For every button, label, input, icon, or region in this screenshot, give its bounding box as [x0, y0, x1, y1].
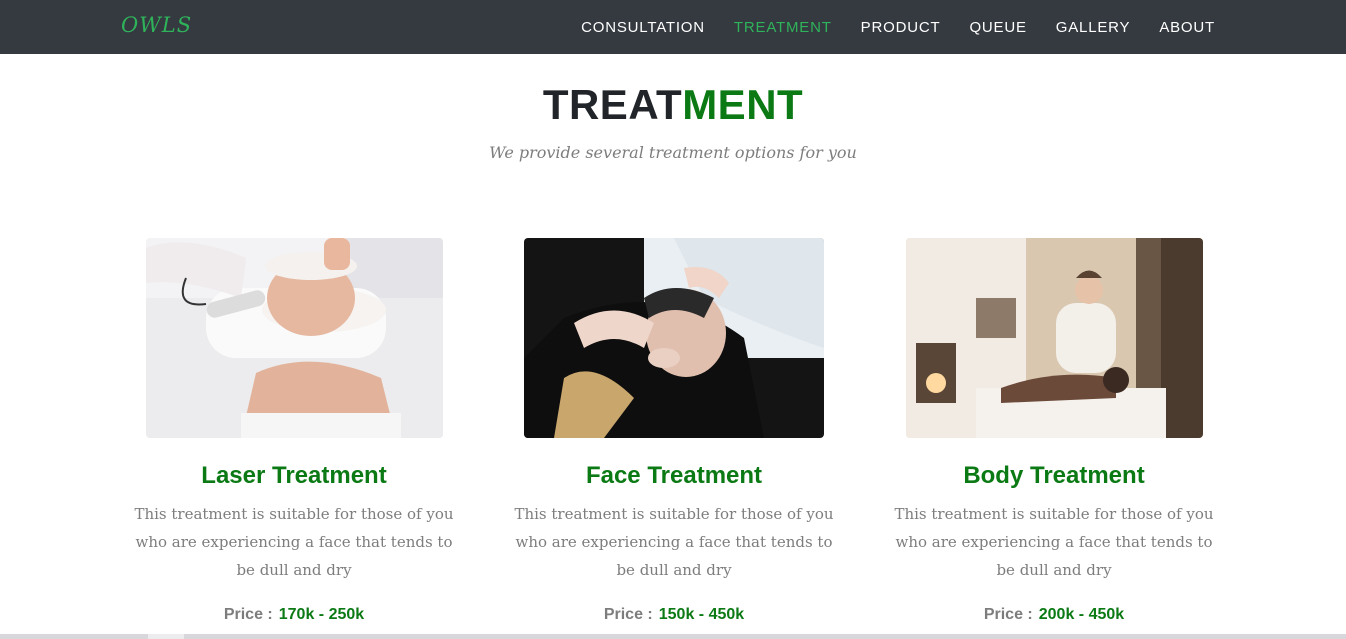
card-description: This treatment is suitable for those of … — [514, 505, 834, 579]
card-price: Price : 150k - 450k — [494, 606, 854, 624]
laser-treatment-photo — [145, 238, 443, 438]
price-label: Price : — [223, 606, 273, 623]
horizontal-scrollbar[interactable] — [0, 634, 1346, 639]
card-description: This treatment is suitable for those of … — [894, 505, 1214, 579]
card-price: Price : 170k - 250k — [114, 606, 474, 624]
nav-link-about[interactable]: ABOUT — [1159, 19, 1215, 36]
face-treatment-photo — [524, 238, 824, 438]
section-title-part-dark: TREAT — [542, 81, 683, 128]
card-title: Face Treatment — [585, 462, 763, 489]
price-label: Price : — [603, 606, 653, 623]
card-title: Laser Treatment — [201, 462, 387, 489]
nav-link-queue[interactable]: QUEUE — [969, 19, 1026, 36]
nav-link-treatment[interactable]: TREATMENT — [734, 19, 832, 36]
body-treatment-image — [905, 238, 1203, 438]
face-treatment-image — [524, 238, 824, 438]
nav-link-product[interactable]: PRODUCT — [861, 19, 941, 36]
brand-logo[interactable]: OWLS — [121, 13, 192, 37]
card-price: Price : 200k - 450k — [874, 606, 1234, 624]
section-title: TREATMENT — [0, 81, 1346, 129]
section-subtitle: We provide several treatment options for… — [489, 143, 857, 162]
price-value: 170k - 250k — [278, 606, 365, 623]
treatment-card-body: Body Treatment This treatment is suitabl… — [874, 238, 1234, 624]
price-value: 200k - 450k — [1038, 606, 1125, 623]
treatment-card-laser: Laser Treatment This treatment is suitab… — [114, 238, 474, 624]
nav-link-consultation[interactable]: CONSULTATION — [581, 19, 705, 36]
top-navbar: OWLS CONSULTATION TREATMENT PRODUCT QUEU… — [0, 0, 1346, 54]
price-label: Price : — [983, 606, 1033, 623]
section-title-part-green: MENT — [682, 81, 804, 128]
scrollbar-thumb[interactable] — [148, 634, 184, 639]
treatment-card-face: Face Treatment This treatment is suitabl… — [494, 238, 854, 624]
laser-treatment-image — [145, 238, 443, 438]
body-treatment-photo — [905, 238, 1203, 438]
card-title: Body Treatment — [963, 462, 1145, 489]
nav-links: CONSULTATION TREATMENT PRODUCT QUEUE GAL… — [552, 0, 1215, 54]
nav-link-gallery[interactable]: GALLERY — [1056, 19, 1131, 36]
card-description: This treatment is suitable for those of … — [134, 505, 454, 579]
price-value: 150k - 450k — [658, 606, 745, 623]
